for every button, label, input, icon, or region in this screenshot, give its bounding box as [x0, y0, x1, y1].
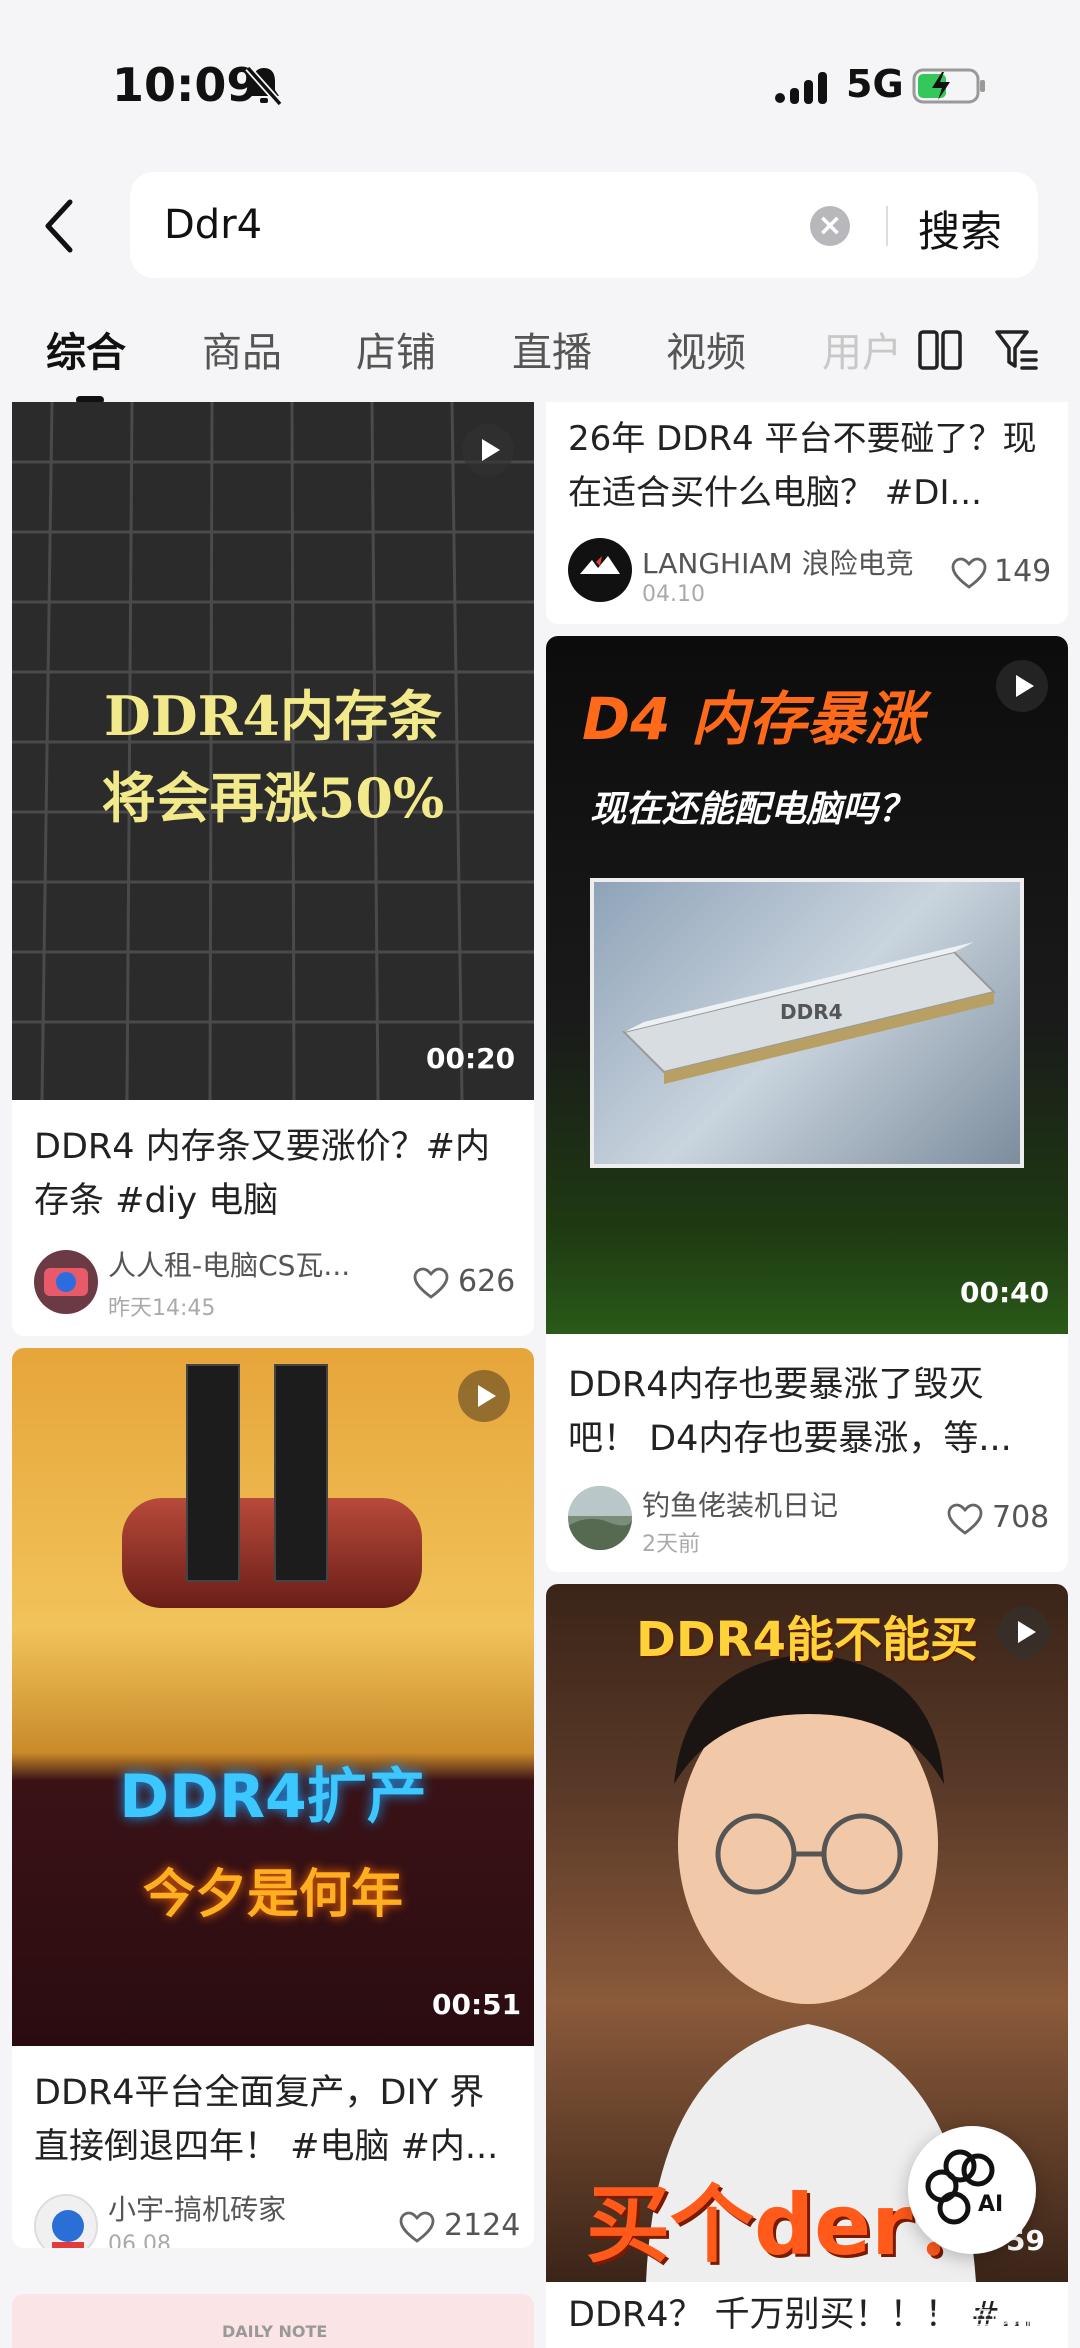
search-divider	[886, 206, 888, 246]
search-button[interactable]: 搜索	[918, 198, 1002, 259]
video-thumbnail[interactable]: DDR4扩产 今夕是何年 00:51	[12, 1348, 534, 2046]
heart-icon[interactable]	[950, 556, 988, 590]
grid-background	[12, 402, 534, 1100]
video-card-3[interactable]: D4 内存暴涨 现在还能配电脑吗？ DDR4 00:40 DDR4内存也要暴涨了…	[546, 636, 1068, 1572]
tab-products[interactable]: 商品	[202, 320, 282, 378]
tab-live[interactable]: 直播	[512, 320, 592, 378]
video-duration: 00:51	[432, 1988, 522, 2021]
tab-stores[interactable]: 店铺	[356, 320, 436, 378]
mute-bell-icon	[245, 65, 283, 107]
ram-stick	[186, 1364, 240, 1582]
heart-icon[interactable]	[946, 1502, 984, 1536]
play-icon	[998, 1606, 1050, 1658]
status-bar: 10:09 5G	[0, 0, 1080, 170]
thumb-headline-2: 将会再涨50%	[101, 766, 445, 830]
author-name[interactable]: LANGHIAM 浪险电竞	[642, 542, 914, 582]
like-count: 149	[994, 554, 1052, 589]
ai-assistant-button[interactable]: AI	[908, 2126, 1036, 2254]
like-count: 708	[992, 1500, 1050, 1535]
search-query[interactable]: Ddr4	[164, 202, 262, 248]
tab-videos[interactable]: 视频	[666, 320, 746, 378]
ram-label: DDR4	[780, 1000, 843, 1024]
thumb-headline-1: DDR4能不能买	[635, 1612, 979, 1668]
video-duration: 00:40	[960, 1276, 1050, 1309]
card-title[interactable]: DDR4内存也要暴涨了毁灭吧！ D4内存也要暴涨，等...	[568, 1358, 1048, 1466]
post-date: 06.08	[108, 2232, 171, 2248]
video-card-2[interactable]: 26年 DDR4 平台不要碰了？现在适合买什么电脑？ #DI... LANGHI…	[546, 402, 1068, 624]
thumb-label: DAILY NOTE	[222, 2322, 328, 2341]
card-title[interactable]: DDR4平台全面复产，DIY 界直接倒退四年！ #电脑 #内...	[34, 2066, 514, 2174]
post-date: 2天前	[642, 1532, 700, 1557]
play-icon	[458, 1370, 510, 1422]
post-date: 04.10	[642, 582, 705, 607]
network-label: 5G	[846, 62, 904, 106]
play-icon	[462, 424, 514, 476]
thumb-headline-1: D4 内存暴涨	[582, 685, 923, 753]
author-name[interactable]: 小宇-搞机砖家	[108, 2188, 286, 2228]
thumb-headline-1: DDR4扩产	[119, 1762, 427, 1832]
back-arrow-icon[interactable]	[38, 196, 84, 256]
filter-icon[interactable]	[994, 328, 1040, 372]
tab-users[interactable]: 用户	[822, 320, 902, 378]
avatar[interactable]	[568, 538, 632, 602]
signal-icon	[775, 72, 827, 104]
heart-icon[interactable]	[398, 2210, 436, 2244]
like-count: 626	[458, 1264, 516, 1299]
search-input[interactable]: Ddr4 × 搜索	[130, 172, 1038, 278]
ai-flower-icon	[925, 2149, 995, 2225]
video-card-1[interactable]: DDR4内存条 将会再涨50% 00:20 DDR4 内存条又要涨价？#内存条 …	[12, 402, 534, 1336]
video-thumbnail[interactable]: DDR4内存条 将会再涨50% 00:20	[12, 402, 534, 1100]
card-title[interactable]: 26年 DDR4 平台不要碰了？现在适合买什么电脑？ #DI...	[568, 412, 1048, 520]
post-date: 昨天14:45	[108, 1296, 216, 1321]
avatar[interactable]	[34, 1250, 98, 1314]
avatar[interactable]	[568, 1486, 632, 1550]
battery-charging-icon	[912, 68, 985, 104]
thumb-headline-2: 今夕是何年	[142, 1865, 403, 1925]
clear-icon[interactable]: ×	[810, 206, 850, 246]
avatar[interactable]	[34, 2194, 98, 2248]
author-name[interactable]: 人人租-电脑CS瓦...	[108, 1244, 378, 1284]
tab-all[interactable]: 综合	[46, 320, 126, 378]
thumb-headline-1: DDR4内存条	[103, 684, 443, 748]
card-title[interactable]: DDR4 内存条又要涨价？#内存条 #diy 电脑	[34, 1120, 514, 1228]
ai-label: AI	[978, 2192, 1004, 2217]
author-name[interactable]: 钓鱼佬装机日记	[642, 1484, 838, 1524]
layout-toggle-icon[interactable]	[918, 330, 962, 370]
like-count: 2124	[444, 2208, 521, 2243]
heart-icon[interactable]	[412, 1266, 450, 1300]
video-card-6[interactable]: DAILY NOTE	[12, 2294, 534, 2348]
status-time: 10:09	[112, 58, 259, 112]
play-icon	[996, 660, 1048, 712]
ram-dock	[122, 1498, 422, 1608]
ram-photo: DDR4	[590, 878, 1024, 1168]
video-duration: 00:20	[426, 1042, 516, 1075]
video-card-4[interactable]: DDR4扩产 今夕是何年 00:51 DDR4平台全面复产，DIY 界直接倒退四…	[12, 1348, 534, 2248]
video-thumbnail[interactable]: D4 内存暴涨 现在还能配电脑吗？ DDR4 00:40	[546, 636, 1068, 1334]
watermark: @鲤鱼地产	[920, 2306, 1051, 2336]
ram-stick	[274, 1364, 328, 1582]
thumb-headline-2: 现在还能配电脑吗？	[590, 789, 915, 830]
